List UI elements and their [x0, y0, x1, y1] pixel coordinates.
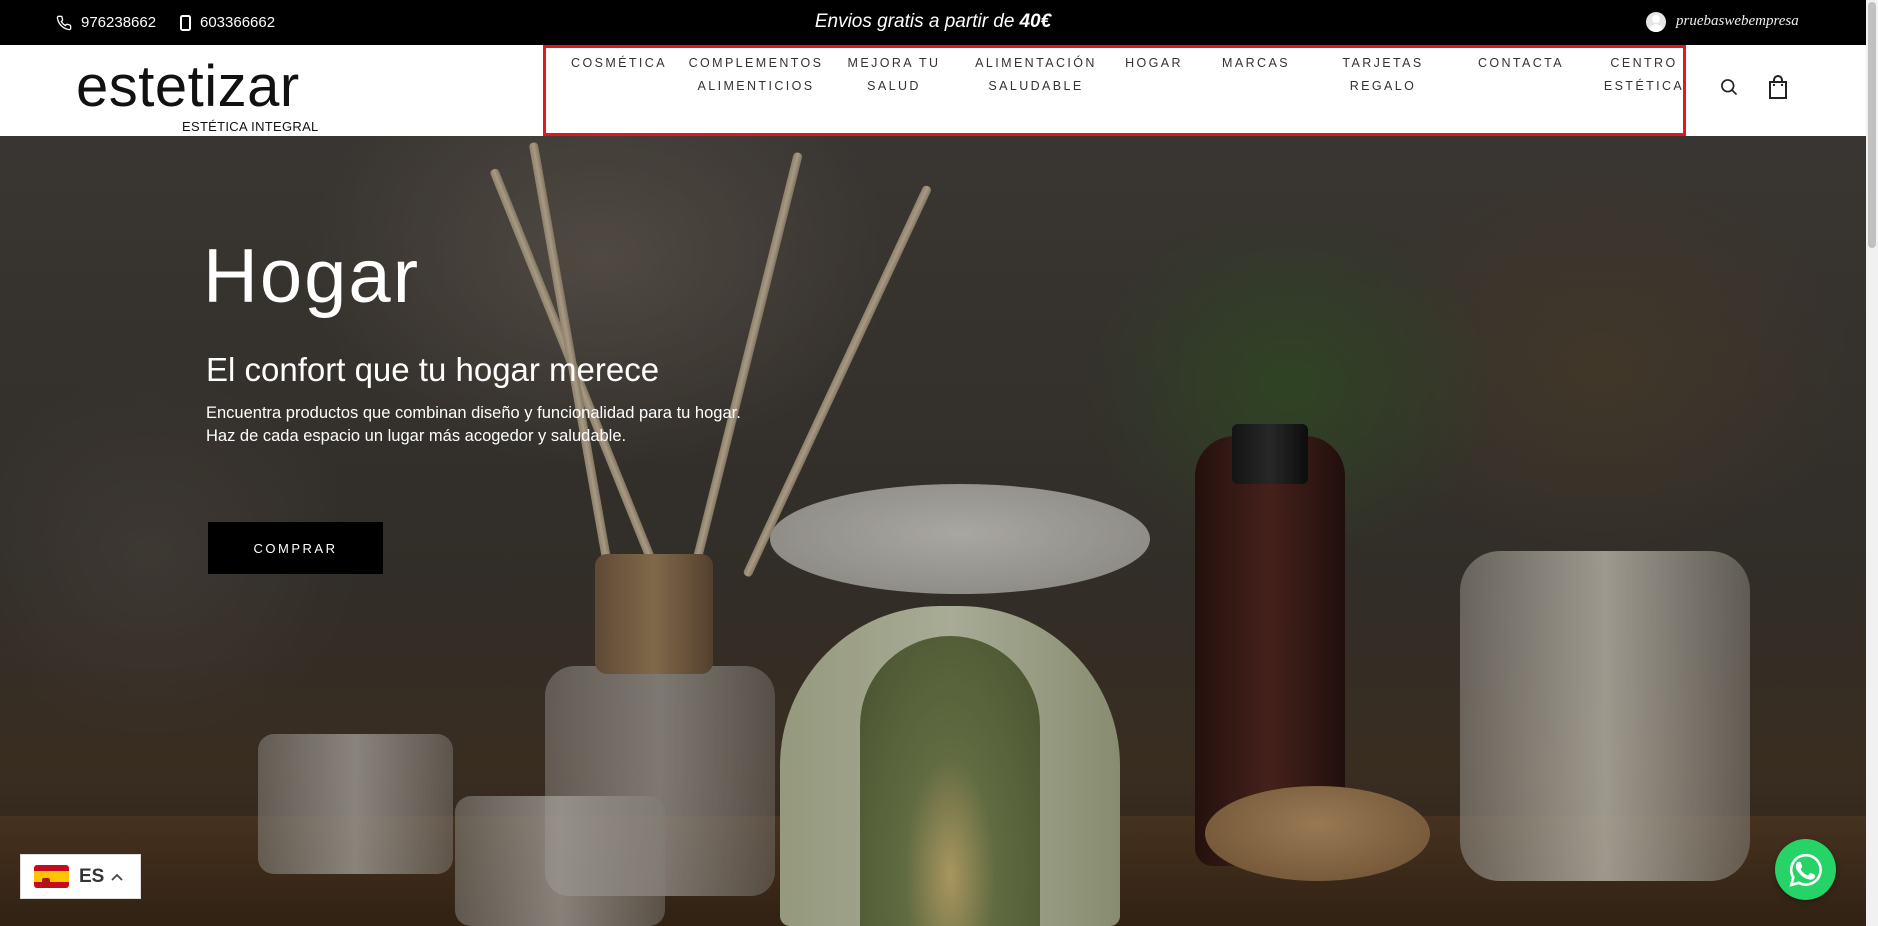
nav-item-mejora-tu-salud[interactable]: MEJORA TU SALUD — [846, 52, 942, 98]
nav-label-line1: COMPLEMENTOS — [688, 56, 824, 70]
promo-text: Envios gratis a partir de — [814, 10, 1015, 32]
nav-label-line1: HOGAR — [1125, 56, 1183, 70]
nav-label-line1: COSMÉTICA — [571, 56, 667, 70]
nav-item-tarjetas-regalo[interactable]: TARJETAS REGALO — [1333, 52, 1433, 98]
main-navigation: COSMÉTICA COMPLEMENTOS ALIMENTICIOS MEJO… — [543, 45, 1686, 136]
brand-tagline: ESTÉTICA INTEGRAL — [182, 119, 319, 134]
nav-label-line2: REGALO — [1349, 79, 1417, 93]
nav-item-complementos-alimenticios[interactable]: COMPLEMENTOS ALIMENTICIOS — [686, 52, 826, 98]
language-code: ES — [79, 865, 105, 887]
whatsapp-icon — [1788, 853, 1822, 887]
nav-label-line1: ALIMENTACIÓN — [975, 56, 1097, 70]
hero-subtitle: El confort que tu hogar merece — [206, 351, 660, 388]
nav-label-line1: CENTRO — [1610, 56, 1678, 70]
brand-logo[interactable]: estetizar ESTÉTICA INTEGRAL — [76, 53, 336, 135]
hero-content: Hogar El confort que tu hogar merece Enc… — [0, 136, 1866, 926]
nav-item-alimentacion-saludable[interactable]: ALIMENTACIÓN SALUDABLE — [971, 52, 1101, 98]
buy-button[interactable]: COMPRAR — [208, 522, 383, 574]
nav-item-centro-estetica[interactable]: CENTRO ESTÉTICA — [1601, 52, 1687, 98]
spain-flag-icon — [34, 865, 69, 888]
nav-label-line2: ESTÉTICA — [1603, 79, 1685, 93]
nav-label-line1: TARJETAS — [1342, 56, 1424, 70]
scrollbar-thumb[interactable] — [1868, 2, 1876, 248]
nav-item-contacta[interactable]: CONTACTA — [1466, 52, 1576, 75]
nav-label-line2: ALIMENTICIOS — [697, 79, 815, 93]
nav-label-line1: CONTACTA — [1477, 56, 1565, 70]
hero-description-line1: Encuentra productos que combinan diseño … — [206, 404, 741, 422]
top-bar: 976238662 603366662 Envios gratis a part… — [0, 0, 1866, 45]
site-header: estetizar ESTÉTICA INTEGRAL COSMÉTICA CO… — [0, 45, 1866, 136]
nav-label-line2: SALUDABLE — [988, 79, 1084, 93]
search-icon — [1721, 79, 1738, 96]
hero-banner: Hogar El confort que tu hogar merece Enc… — [0, 136, 1866, 926]
hero-description-line2: Haz de cada espacio un lugar más acogedo… — [206, 427, 627, 445]
chevron-up-icon — [111, 873, 123, 881]
shipping-promo: Envios gratis a partir de 40€ — [0, 0, 1866, 43]
page-scrollbar[interactable] — [1866, 0, 1878, 926]
user-avatar-icon — [1646, 11, 1666, 32]
nav-item-hogar[interactable]: HOGAR — [1119, 52, 1189, 75]
nav-item-cosmetica[interactable]: COSMÉTICA — [571, 52, 667, 75]
nav-label-line2: SALUD — [867, 79, 921, 93]
cart-button[interactable] — [1766, 73, 1790, 101]
promo-amount: 40€ — [1019, 10, 1052, 32]
username: pruebaswebempresa — [1676, 13, 1799, 29]
whatsapp-button[interactable] — [1775, 839, 1836, 900]
nav-label-line1: MEJORA TU — [847, 56, 941, 70]
language-selector[interactable]: ES — [20, 854, 141, 899]
nav-item-marcas[interactable]: MARCAS — [1216, 52, 1296, 75]
hero-title: Hogar — [203, 234, 420, 319]
brand-name: estetizar — [76, 54, 300, 119]
hero-description: Encuentra productos que combinan diseño … — [206, 402, 846, 448]
user-account[interactable]: pruebaswebempresa — [1646, 0, 1799, 43]
search-button[interactable] — [1717, 73, 1741, 101]
nav-label-line1: MARCAS — [1222, 56, 1290, 70]
shopping-bag-icon — [1769, 75, 1787, 99]
